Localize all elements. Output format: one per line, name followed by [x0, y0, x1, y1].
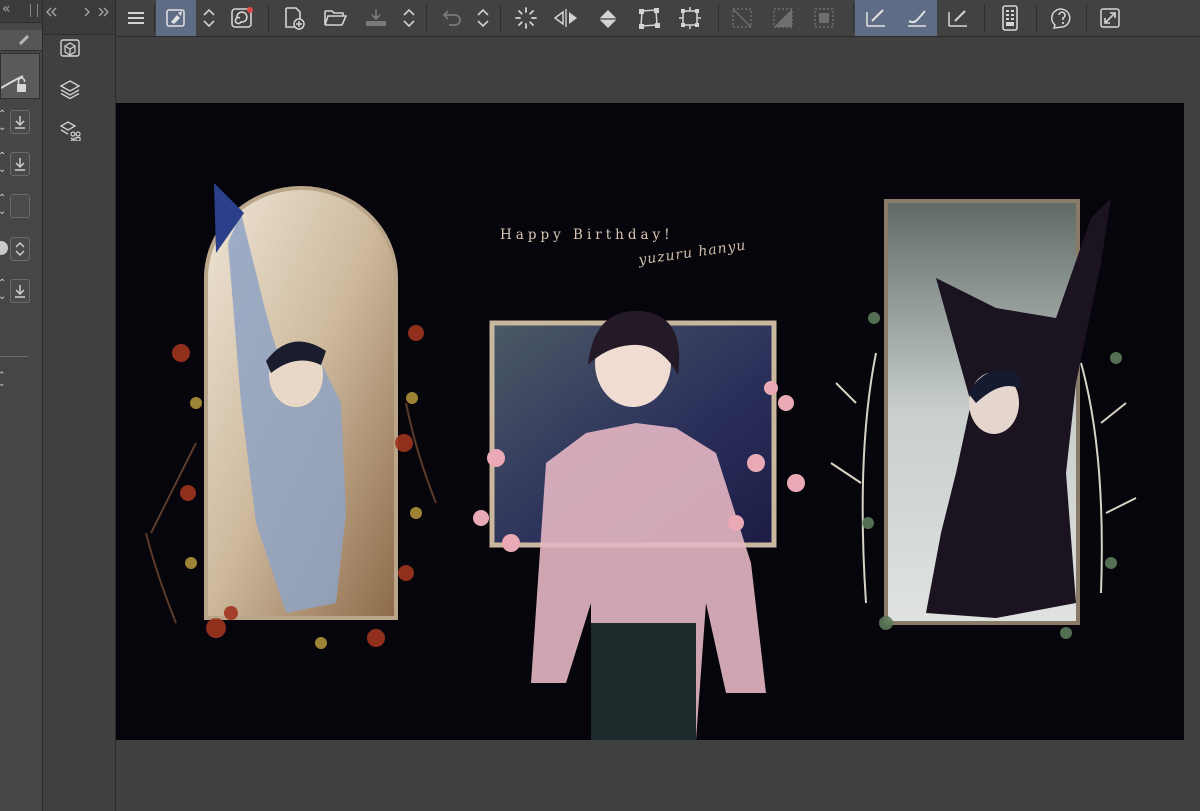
stabilization-row: ⌃ ⌄: [0, 277, 32, 305]
spin-icon: [477, 8, 489, 28]
download-icon: [15, 285, 25, 298]
undo-button[interactable]: [434, 0, 470, 36]
select-layer-button[interactable]: [156, 0, 196, 36]
spin-icon: [203, 8, 215, 28]
ruler-edit-icon: [948, 10, 967, 27]
tool-tab[interactable]: [0, 30, 42, 51]
download-button[interactable]: [10, 279, 30, 303]
invert-selection-icon: [773, 8, 793, 28]
crop-icon: [679, 7, 701, 29]
artwork-title-text: Happy Birthday!: [500, 227, 674, 243]
separator: [853, 4, 854, 32]
collapse-left-icon[interactable]: «: [2, 1, 11, 17]
help-button[interactable]: [1044, 0, 1080, 36]
pencil-tab-icon: [19, 35, 29, 45]
open-folder-icon: [324, 10, 347, 26]
separator: [426, 4, 427, 32]
ruler-brush-icon: [908, 10, 926, 27]
invert-selection-button[interactable]: [765, 0, 801, 36]
spin-icon[interactable]: ⌃ ⌄: [0, 108, 8, 136]
artwork-canvas[interactable]: Happy Birthday! yuzuru hanyu: [116, 103, 1184, 740]
brush-size-row: ⌃ ⌄: [0, 108, 32, 136]
separator: [154, 4, 155, 32]
spin-icon[interactable]: ⌃ ⌄: [0, 150, 8, 178]
tool-property-panel: « ⌃ ⌄ ⌃ ⌄ ⌃ ⌄ ⌃ ⌄ ⌃ ⌄: [0, 0, 43, 811]
palette-bar: [43, 0, 116, 811]
fill-bucket-icon: [599, 10, 617, 28]
loading-icon: [515, 7, 537, 29]
help-icon: [1051, 8, 1071, 29]
download-button[interactable]: [10, 110, 30, 134]
pen-pressure-button[interactable]: [224, 0, 260, 36]
transform-icon: [639, 8, 660, 29]
ruler-edit-button[interactable]: [940, 0, 976, 36]
layers-icon[interactable]: [59, 78, 81, 100]
material-icon[interactable]: [59, 37, 81, 59]
collapse-arrows-icon[interactable]: [43, 2, 115, 22]
ruler-pen-button[interactable]: [855, 0, 897, 36]
spin-button[interactable]: [198, 0, 220, 36]
menu-icon: [128, 12, 144, 24]
fullscreen-button[interactable]: [1092, 0, 1128, 36]
spin-box[interactable]: [10, 237, 30, 261]
selection-border-icon: [814, 8, 834, 28]
new-document-button[interactable]: [276, 0, 312, 36]
flip-horizontal-button[interactable]: [548, 0, 584, 36]
canvas-area[interactable]: Happy Birthday! yuzuru hanyu: [116, 37, 1200, 811]
smartphone-icon: [1002, 5, 1018, 31]
save-icon: [366, 9, 386, 26]
opacity-row: ⌃ ⌄: [0, 150, 32, 178]
hardness-row: ⌃ ⌄: [0, 192, 32, 220]
clear-selection-button[interactable]: [724, 0, 760, 36]
transform-button[interactable]: [631, 0, 667, 36]
separator: [500, 4, 501, 32]
brush-preview[interactable]: [0, 53, 40, 99]
menu-button[interactable]: [120, 0, 152, 36]
spin-button[interactable]: [472, 0, 494, 36]
selection-border-button[interactable]: [806, 0, 842, 36]
spin-icon: [15, 242, 25, 256]
separator: [268, 4, 269, 32]
brush-tip-icon: [0, 241, 8, 255]
smartphone-button[interactable]: [992, 0, 1028, 36]
download-button[interactable]: [10, 152, 30, 176]
spin-icon[interactable]: ⌃ ⌄: [0, 192, 8, 220]
panel-grip[interactable]: [30, 4, 38, 17]
clear-selection-icon: [732, 8, 752, 28]
flip-horizontal-icon: [553, 9, 577, 27]
fill-button[interactable]: [590, 0, 626, 36]
sub-tool-icon[interactable]: [59, 119, 81, 141]
pen-pressure-icon: [231, 7, 253, 28]
spin-icon: [403, 8, 415, 28]
separator: [984, 4, 985, 32]
undo-icon: [442, 10, 461, 26]
loading-button[interactable]: [508, 0, 544, 36]
download-icon: [15, 158, 25, 171]
ruler-pen-icon: [866, 9, 885, 27]
download-icon: [15, 116, 25, 129]
spin-button[interactable]: [398, 0, 420, 36]
brush-tip-row: [0, 235, 32, 263]
new-document-icon: [285, 7, 305, 30]
divider: [0, 356, 28, 357]
crop-button[interactable]: [672, 0, 708, 36]
separator: [1086, 4, 1087, 32]
separator: [718, 4, 719, 32]
brush-stroke-icon: [0, 75, 26, 92]
select-layer-icon: [166, 9, 185, 27]
spin-icon[interactable]: ⌃ ⌄: [0, 372, 6, 389]
panel-header: «: [0, 0, 42, 23]
ruler-brush-button[interactable]: [897, 0, 937, 36]
palette-bar-header: [43, 0, 115, 35]
open-file-button[interactable]: [317, 0, 353, 36]
fullscreen-icon: [1100, 8, 1120, 28]
command-bar: [116, 0, 1200, 37]
spin-box[interactable]: [10, 194, 30, 218]
separator: [1036, 4, 1037, 32]
artwork-illustration: [145, 183, 1137, 740]
save-button[interactable]: [358, 0, 394, 36]
spin-icon[interactable]: ⌃ ⌄: [0, 277, 8, 305]
